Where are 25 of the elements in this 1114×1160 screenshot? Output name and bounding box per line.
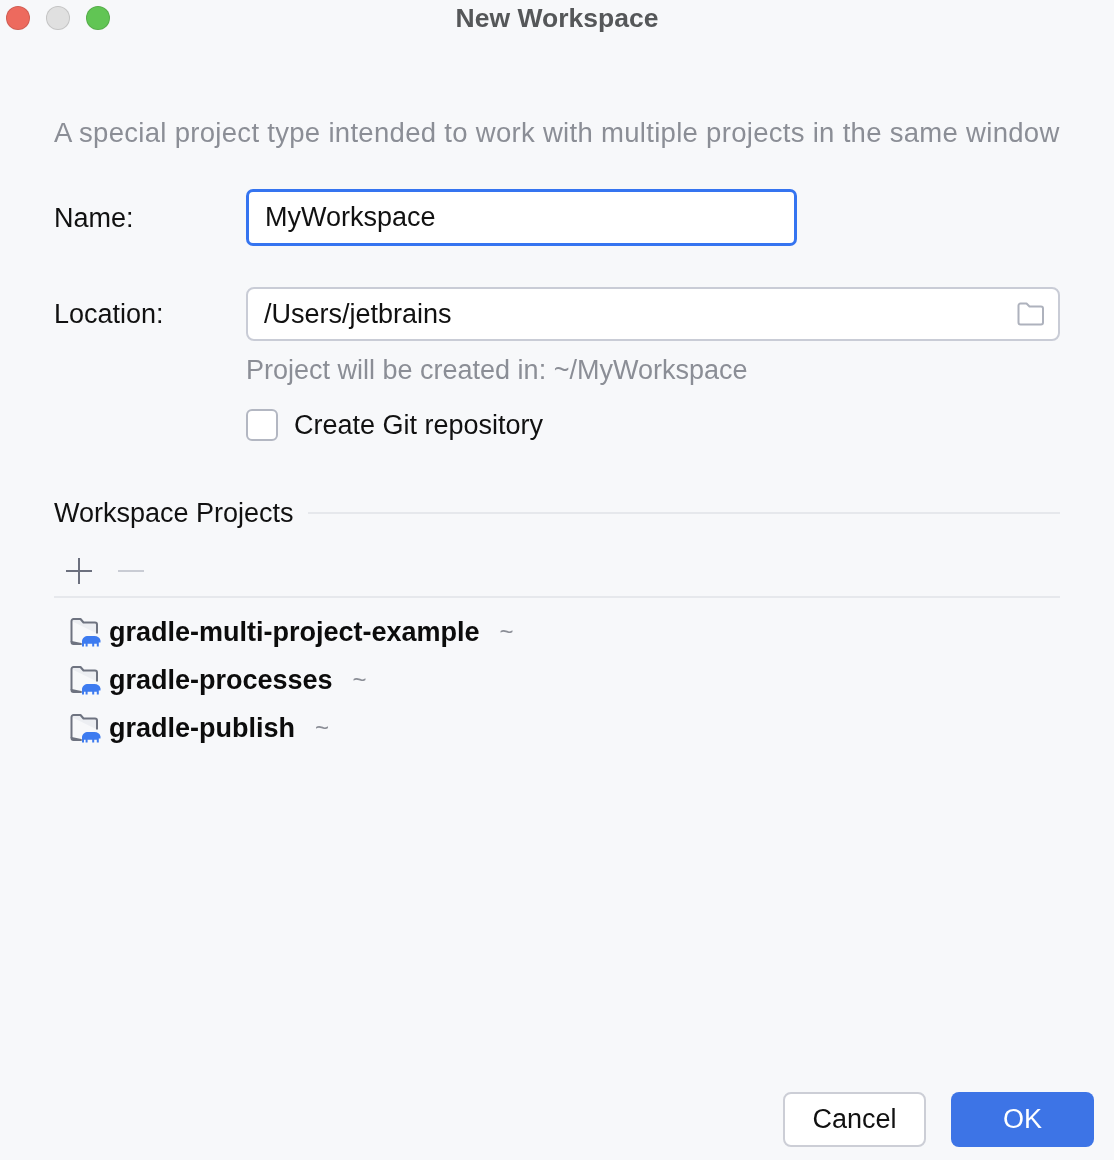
window-close-button[interactable] (6, 6, 30, 30)
location-hint: Project will be created in: ~/MyWorkspace (246, 355, 749, 385)
project-name[interactable]: gradle-multi-project-example (109, 617, 480, 647)
location-label: Location: (54, 299, 165, 329)
window-title: New Workspace (455, 3, 659, 33)
project-path: ~ (352, 665, 367, 695)
location-input-field[interactable]: /Users/jetbrains (246, 287, 1060, 341)
folder-elephant-icon (70, 665, 101, 695)
project-path: ~ (499, 617, 514, 647)
description-text: A special project type intended to work with multiple projects in the same window (54, 118, 1060, 148)
git-checkbox-label[interactable]: Create Git repository (294, 410, 544, 440)
folder-elephant-icon (70, 617, 101, 647)
project-path: ~ (315, 713, 330, 743)
folder-icon[interactable] (1017, 302, 1045, 326)
name-input-field[interactable]: MyWorkspace (246, 189, 797, 246)
ok-button[interactable]: OK (951, 1092, 1094, 1147)
project-name[interactable]: gradle-processes (109, 665, 333, 695)
cancel-button[interactable]: Cancel (783, 1092, 926, 1147)
project-name[interactable]: gradle-publish (109, 713, 295, 743)
section-title: Workspace Projects (54, 498, 294, 528)
plus-icon[interactable] (66, 558, 92, 584)
name-label: Name: (54, 202, 135, 233)
git-checkbox[interactable] (246, 409, 278, 441)
folder-elephant-icon (70, 713, 101, 743)
window-zoom-button[interactable] (86, 6, 110, 30)
